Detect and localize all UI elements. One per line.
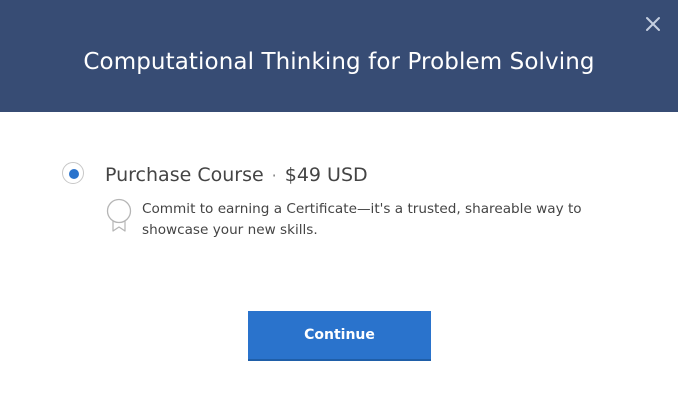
- dialog-title: Computational Thinking for Problem Solvi…: [83, 49, 595, 75]
- close-icon: [646, 17, 660, 31]
- purchase-option-label[interactable]: Purchase Course · $49 USD: [105, 162, 368, 188]
- radio-selected-dot: [69, 169, 79, 179]
- option-description: Commit to earning a Certificate—it's a t…: [142, 201, 582, 238]
- option-price: $49 USD: [284, 164, 368, 186]
- certificate-ribbon-icon: [105, 196, 133, 236]
- purchase-course-radio[interactable]: [62, 162, 84, 184]
- option-separator: ·: [271, 166, 277, 185]
- continue-button[interactable]: Continue: [248, 311, 431, 361]
- close-button[interactable]: [642, 13, 664, 35]
- option-label: Purchase Course: [105, 164, 264, 186]
